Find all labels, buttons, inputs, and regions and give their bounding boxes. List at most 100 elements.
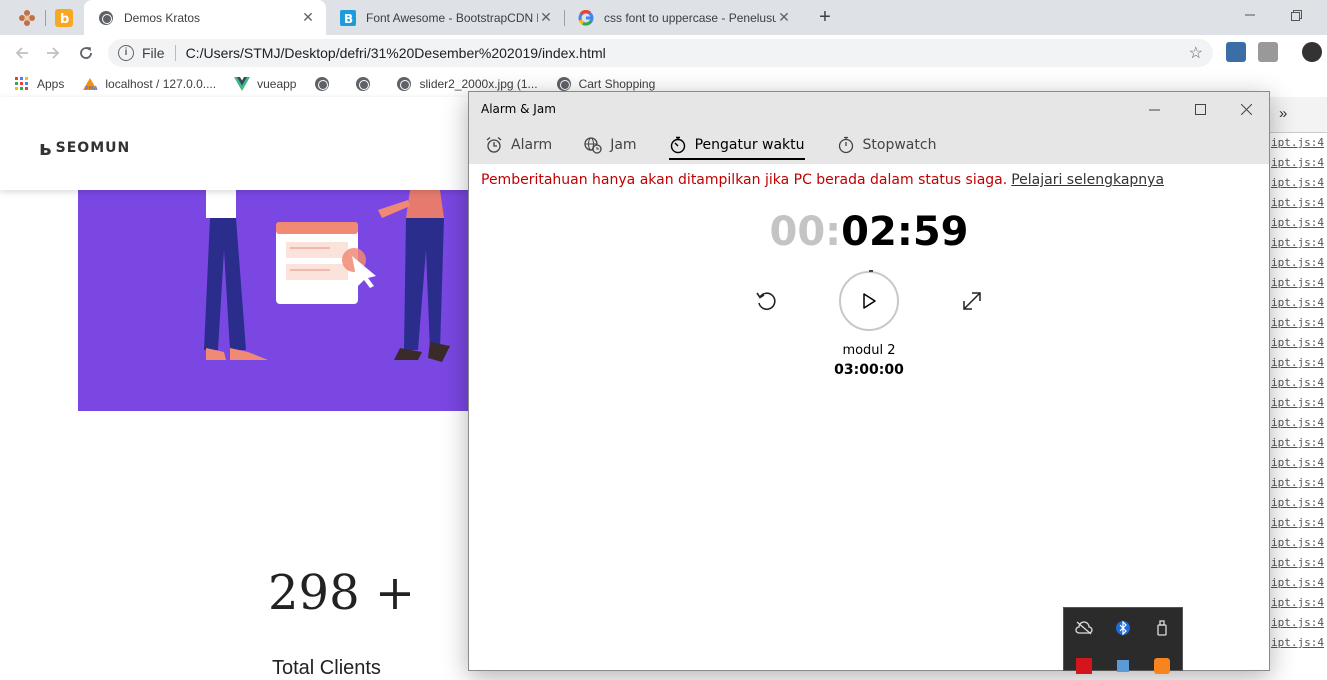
xampp-icon[interactable] [1152, 656, 1172, 676]
reload-icon [80, 47, 92, 59]
console-source-link[interactable]: ipt.js:4 [1269, 453, 1327, 473]
info-icon[interactable]: i [118, 45, 134, 61]
cloud-offline-icon[interactable] [1074, 618, 1094, 638]
bookmark-vueapp[interactable]: vueapp [234, 76, 296, 92]
network-icon[interactable] [1113, 656, 1133, 676]
avatar[interactable] [1302, 42, 1322, 62]
bookmark-label: localhost / 127.0.0.... [105, 77, 217, 91]
usb-drive-icon[interactable] [1152, 618, 1172, 638]
console-source-link[interactable]: ipt.js:4 [1269, 153, 1327, 173]
console-source-link[interactable]: ipt.js:4 [1269, 233, 1327, 253]
minimize-button[interactable] [1227, 0, 1273, 30]
reset-icon [756, 292, 776, 310]
address-bar[interactable]: i File C:/Users/STMJ/Desktop/defri/31%20… [108, 39, 1213, 67]
window-titlebar[interactable]: Alarm & Jam [469, 92, 1269, 126]
play-icon [863, 293, 876, 309]
console-source-link[interactable]: ipt.js:4 [1269, 433, 1327, 453]
restore-button[interactable] [1273, 0, 1319, 30]
tab-font-awesome[interactable]: B Font Awesome - BootstrapCDN b ✕ [326, 0, 564, 35]
tab-google-search[interactable]: css font to uppercase - Penelusur ✕ [564, 0, 802, 35]
console-source-link[interactable]: ipt.js:4 [1269, 613, 1327, 633]
play-button[interactable] [839, 270, 899, 331]
expand-button[interactable] [957, 286, 987, 316]
globe-icon [396, 76, 412, 92]
console-source-link[interactable]: ipt.js:4 [1269, 373, 1327, 393]
devtools-overflow-button[interactable]: » [1269, 97, 1327, 133]
console-source-link[interactable]: ipt.js:4 [1269, 253, 1327, 273]
world-clock-icon [584, 137, 602, 154]
tab-pengatur-waktu[interactable]: Pengatur waktu [668, 126, 805, 164]
tab-stopwatch[interactable]: Stopwatch [837, 126, 937, 164]
pinned-tab-1[interactable] [9, 0, 45, 35]
learn-more-link[interactable]: Pelajari selengkapnya [1011, 172, 1164, 188]
console-source-link[interactable]: ipt.js:4 [1269, 333, 1327, 353]
maximize-button[interactable] [1177, 92, 1223, 126]
bookmark-cart-shopping[interactable]: Cart Shopping [556, 76, 656, 92]
close-icon[interactable]: ✕ [538, 9, 554, 26]
vue-icon [234, 76, 251, 92]
close-button[interactable] [1223, 92, 1269, 126]
bluetooth-icon[interactable] [1113, 618, 1133, 638]
bookmark-label: Cart Shopping [578, 77, 656, 91]
standby-notice: Pemberitahuan hanya akan ditampilkan jik… [481, 172, 1164, 188]
console-source-link[interactable]: ipt.js:4 [1269, 293, 1327, 313]
back-button[interactable] [9, 40, 35, 66]
close-icon[interactable]: ✕ [300, 9, 316, 26]
reset-button[interactable] [751, 286, 781, 316]
tab-jam[interactable]: Jam [584, 126, 637, 164]
tab-strip: b Demos Kratos ✕ B Font Awesome - Bootst… [0, 0, 1327, 35]
logo-text: SEOMUN [55, 140, 131, 156]
console-source-link[interactable]: ipt.js:4 [1269, 533, 1327, 553]
bookmark-globe-2[interactable] [355, 76, 378, 92]
console-lines: ipt.js:4 ipt.js:4 ipt.js:4 ipt.js:4 ipt.js:4… [1269, 133, 1327, 653]
console-source-link[interactable]: ipt.js:4 [1269, 393, 1327, 413]
bookmark-label: vueapp [257, 77, 297, 91]
console-source-link[interactable]: ipt.js:4 [1269, 473, 1327, 493]
console-source-link[interactable]: ipt.js:4 [1269, 513, 1327, 533]
console-source-link[interactable]: ipt.js:4 [1269, 633, 1327, 653]
console-source-link[interactable]: ipt.js:4 [1269, 553, 1327, 573]
bookmark-apps[interactable]: Apps [14, 76, 64, 92]
minimize-button[interactable] [1131, 92, 1177, 126]
console-source-link[interactable]: ipt.js:4 [1269, 273, 1327, 293]
forward-button[interactable] [40, 40, 66, 66]
pinned-tab-2[interactable]: b [46, 0, 82, 35]
star-icon[interactable]: ☆ [1189, 43, 1203, 63]
console-source-link[interactable]: ipt.js:4 [1269, 573, 1327, 593]
console-source-link[interactable]: ipt.js:4 [1269, 493, 1327, 513]
minimize-icon [1148, 109, 1160, 110]
timer-hours: 00: [769, 209, 842, 255]
console-source-link[interactable]: ipt.js:4 [1269, 353, 1327, 373]
timer-remaining: 02:59 [841, 209, 969, 255]
tab-label: Stopwatch [862, 137, 937, 153]
bookmark-globe-1[interactable] [314, 76, 337, 92]
restore-icon [1290, 9, 1302, 21]
extension-icon[interactable] [1258, 42, 1278, 62]
adobe-icon[interactable] [1074, 656, 1094, 676]
console-source-link[interactable]: ipt.js:4 [1269, 213, 1327, 233]
tab-alarm[interactable]: Alarm [485, 126, 552, 164]
globe-icon [556, 76, 572, 92]
tab-title: Font Awesome - BootstrapCDN b [366, 10, 538, 25]
url-text[interactable]: C:/Users/STMJ/Desktop/defri/31%20Desembe… [186, 45, 606, 61]
bookmark-localhost[interactable]: PMA localhost / 127.0.0.... [82, 76, 216, 92]
site-logo[interactable]: ь SEOMUN [39, 136, 130, 160]
console-source-link[interactable]: ipt.js:4 [1269, 173, 1327, 193]
logo-mark-icon: ь [39, 136, 53, 160]
extension-icon[interactable] [1226, 42, 1246, 62]
devtools-panel: » ipt.js:4 ipt.js:4 ipt.js:4 ipt.js:4 ipt.js… [1268, 97, 1327, 671]
close-icon[interactable]: ✕ [776, 9, 792, 26]
phpmyadmin-icon: PMA [82, 76, 98, 92]
console-source-link[interactable]: ipt.js:4 [1269, 133, 1327, 153]
bookmark-slider[interactable]: slider2_2000x.jpg (1... [396, 76, 538, 92]
tab-demos-kratos[interactable]: Demos Kratos ✕ [84, 0, 326, 35]
reload-button[interactable] [73, 40, 99, 66]
console-source-link[interactable]: ipt.js:4 [1269, 593, 1327, 613]
timer-name: modul 2 [842, 343, 896, 358]
browser-toolbar: i File C:/Users/STMJ/Desktop/defri/31%20… [0, 35, 1327, 71]
console-source-link[interactable]: ipt.js:4 [1269, 413, 1327, 433]
tab-label: Alarm [511, 137, 553, 153]
new-tab-button[interactable]: + [812, 4, 838, 30]
console-source-link[interactable]: ipt.js:4 [1269, 313, 1327, 333]
console-source-link[interactable]: ipt.js:4 [1269, 193, 1327, 213]
